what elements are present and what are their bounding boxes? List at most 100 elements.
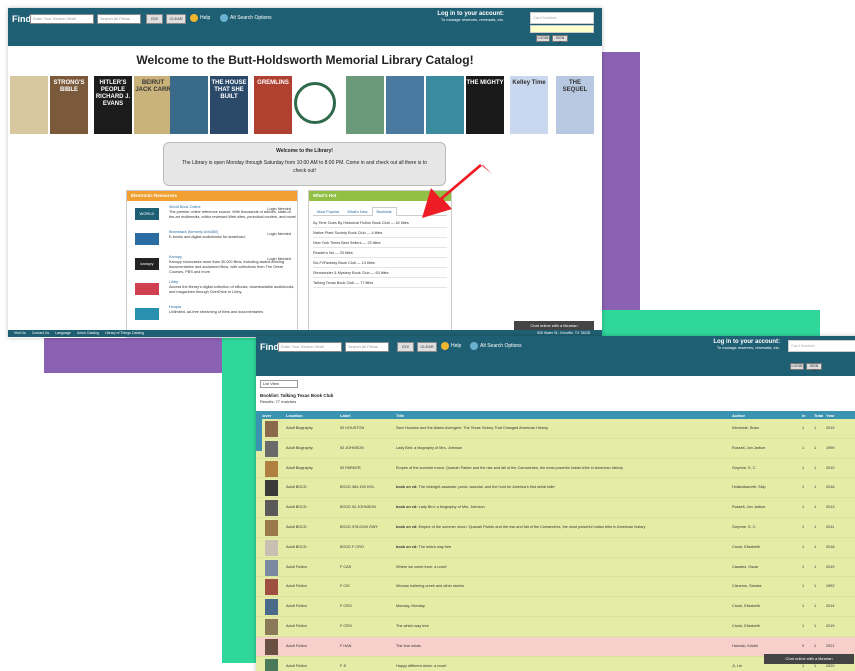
title-text[interactable]: Monday, Monday xyxy=(396,604,425,608)
cover-thumbnail[interactable] xyxy=(265,599,278,616)
cell-year: 2011 xyxy=(826,524,835,529)
column-header[interactable]: Year xyxy=(826,413,834,418)
table-row[interactable]: Adult BOCD BOCD F CRO book on cd: The whic… xyxy=(256,537,855,558)
cell-title[interactable]: book on cd: The which way tree xyxy=(396,545,451,549)
table-row[interactable]: Adult BOCD BOCD 978.0049 GWY book on cd: E… xyxy=(256,517,855,538)
cell-in: 1 xyxy=(802,445,805,450)
cell-title[interactable]: Monday, Monday xyxy=(396,604,425,608)
cell-label: 92 PARKER xyxy=(340,465,361,470)
cover-thumbnail[interactable] xyxy=(265,618,278,635)
format-prefix: book on cd: xyxy=(396,544,418,549)
cell-year: 2016 xyxy=(826,485,835,490)
cell-author: Gwynne, S. C. xyxy=(732,465,757,470)
signup-button[interactable]: SIGN UP xyxy=(806,363,822,373)
cover-thumbnail[interactable] xyxy=(265,421,278,437)
cell-in: 1 xyxy=(802,663,805,668)
column-header[interactable]: Label xyxy=(340,413,350,418)
cell-title[interactable]: The four winds xyxy=(396,644,421,648)
cell-author: Gwynne, S. C. xyxy=(732,524,757,529)
chat-button[interactable]: Chat online with a librarian xyxy=(764,654,854,664)
cell-author: Russell, Jan Jarboe xyxy=(732,505,766,510)
login-button[interactable]: LOGIN xyxy=(790,363,804,370)
cell-year: 1992 xyxy=(826,584,835,589)
cell-in: 1 xyxy=(802,485,805,490)
collapsible-sidebar-tab[interactable] xyxy=(256,411,262,451)
cell-location: Adult Fiction xyxy=(286,584,307,589)
cell-title[interactable]: Happy different alone: a novel xyxy=(396,664,446,668)
title-text[interactable]: The midnight assassin: panic, scandal, a… xyxy=(419,485,555,489)
cell-title[interactable]: book on cd: Lady Bird: a biography of Mr… xyxy=(396,505,485,509)
cover-thumbnail[interactable] xyxy=(265,460,278,477)
cell-title[interactable]: book on cd: Empire of the summer moon: Q… xyxy=(396,525,645,529)
cover-thumbnail[interactable] xyxy=(265,480,278,497)
cover-thumbnail[interactable] xyxy=(265,519,278,536)
title-text[interactable]: The which way tree xyxy=(396,624,429,628)
table-row[interactable]: Adult Biography 92 HOUSTON Sam Houston and… xyxy=(256,419,855,439)
cell-total: 1 xyxy=(814,485,817,490)
cell-year: 2019 xyxy=(826,426,835,430)
table-row[interactable]: Adult Fiction F CRO Monday, Monday Crook, E… xyxy=(256,597,855,617)
cell-year: 2020 xyxy=(826,663,835,668)
table-row[interactable]: Adult Fiction F CAS Where we come from: a … xyxy=(256,557,855,578)
cell-title[interactable]: Woman hollering creek and other stories xyxy=(396,584,464,588)
cell-total: 1 xyxy=(814,524,817,529)
cell-title[interactable]: Where we come from: a novel xyxy=(396,565,446,569)
card-number-input[interactable]: Card Number xyxy=(788,340,855,352)
cover-thumbnail[interactable] xyxy=(265,500,278,517)
search-input[interactable]: Enter Your Search Here! xyxy=(278,342,342,352)
title-text[interactable]: Lady Bird: a biography of Mrs. Johnson xyxy=(396,446,462,450)
title-text[interactable]: The which way tree xyxy=(419,545,452,549)
cell-location: Adult Fiction xyxy=(286,604,307,609)
search-header-results: Find: Enter Your Search Here! Search All… xyxy=(256,336,855,376)
go-button[interactable]: GO! xyxy=(397,342,414,352)
column-header[interactable]: Title xyxy=(396,413,404,418)
format-prefix: book on cd: xyxy=(396,485,418,490)
cell-year: 2018 xyxy=(826,544,835,549)
view-select[interactable]: List View xyxy=(260,380,298,388)
cell-total: 1 xyxy=(814,544,817,549)
title-text[interactable]: Where we come from: a novel xyxy=(396,565,446,569)
cell-title[interactable]: book on cd: The midnight assassin: panic… xyxy=(396,485,555,489)
table-row[interactable]: Adult Biography 92 PARKER Empire of the su… xyxy=(256,458,855,479)
cell-in: 1 xyxy=(802,604,805,609)
title-text[interactable]: Woman hollering creek and other stories xyxy=(396,584,464,588)
cell-author: Cásares, Oscar xyxy=(732,564,759,569)
cell-title[interactable]: Sam Houston and the Alamo Avengers: The … xyxy=(396,426,548,430)
table-row[interactable]: Adult BOCD BOCD 364.153 HOL book on cd: Th… xyxy=(256,478,855,499)
search-field-select[interactable]: Search All Fields xyxy=(345,342,389,352)
title-text[interactable]: Empire of the summer moon: Quanah Parker… xyxy=(396,466,623,470)
table-row[interactable]: Adult BOCD BOCD 92 JOHNSON book on cd: Lad… xyxy=(256,498,855,518)
title-text[interactable]: Lady Bird: a biography of Mrs. Johnson xyxy=(419,505,485,509)
results-table-body: Adult Biography 92 HOUSTON Sam Houston and… xyxy=(256,419,855,671)
cover-thumbnail[interactable] xyxy=(265,638,278,655)
cell-in: 1 xyxy=(802,623,805,628)
cover-thumbnail[interactable] xyxy=(265,440,278,457)
cell-title[interactable]: Lady Bird: a biography of Mrs. Johnson xyxy=(396,446,462,450)
title-text[interactable]: The four winds xyxy=(396,644,421,648)
cell-year: 2014 xyxy=(826,604,835,609)
cell-total: 1 xyxy=(814,564,817,569)
table-row[interactable]: Adult Fiction F CRO The which way tree Croo… xyxy=(256,616,855,637)
results-count: Results: 77 matches xyxy=(260,399,297,404)
help-link[interactable]: Help xyxy=(451,343,461,349)
cover-thumbnail[interactable] xyxy=(265,539,278,556)
cell-title[interactable]: The which way tree xyxy=(396,624,429,628)
title-text[interactable]: Sam Houston and the Alamo Avengers: The … xyxy=(396,426,548,430)
clear-button[interactable]: CLEAR xyxy=(417,342,437,352)
title-text[interactable]: Empire of the summer moon: Quanah Parker… xyxy=(419,525,646,529)
cover-thumbnail[interactable] xyxy=(265,658,278,671)
column-header[interactable]: In xyxy=(802,413,806,418)
cover-thumbnail[interactable] xyxy=(265,559,278,576)
column-header[interactable]: Total xyxy=(814,413,823,418)
column-header[interactable]: Location xyxy=(286,413,303,418)
column-header[interactable]: Author xyxy=(732,413,745,418)
table-row[interactable]: Adult Biography 92 JOHNSON Lady Bird: a bi… xyxy=(256,438,855,459)
cell-title[interactable]: Empire of the summer moon: Quanah Parker… xyxy=(396,466,623,470)
cover-thumbnail[interactable] xyxy=(265,579,278,596)
alt-search-link[interactable]: Alt Search Options xyxy=(480,343,522,349)
cell-in: 1 xyxy=(802,584,805,589)
cell-location: Adult BOCD xyxy=(286,524,307,529)
title-text[interactable]: Happy different alone: a novel xyxy=(396,664,446,668)
booklist-results-screenshot: Find: Enter Your Search Here! Search All… xyxy=(256,336,855,671)
table-row[interactable]: Adult Fiction F CIS Woman hollering creek … xyxy=(256,577,855,598)
